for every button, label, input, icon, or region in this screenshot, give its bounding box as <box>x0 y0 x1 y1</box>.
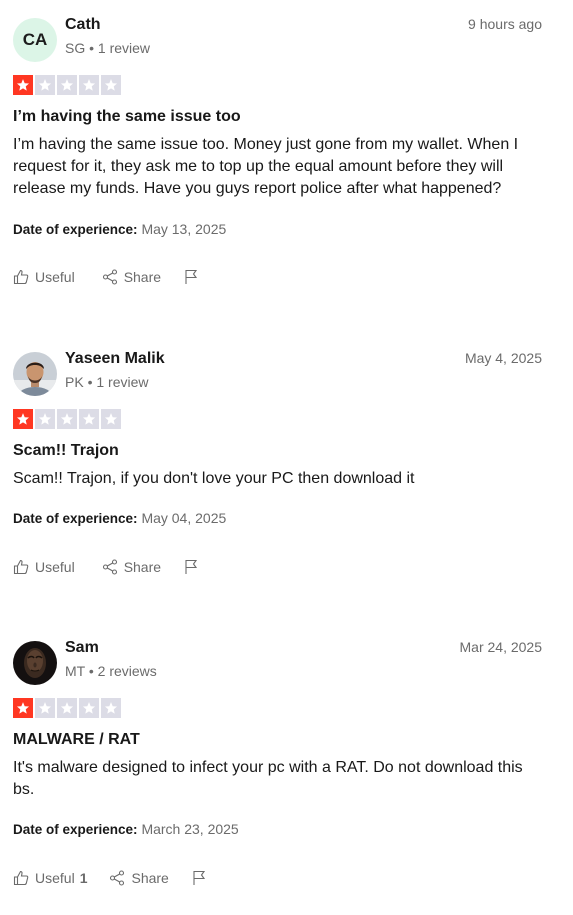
share-icon <box>110 870 125 886</box>
star-icon <box>57 75 77 95</box>
star-rating <box>13 698 121 718</box>
flag-icon <box>185 559 198 574</box>
review-date: 9 hours ago <box>468 16 542 32</box>
star-icon <box>79 409 99 429</box>
reviewer-name[interactable]: Sam <box>65 639 99 657</box>
star-icon <box>101 75 121 95</box>
experience-label: Date of experience: <box>13 222 138 237</box>
share-button[interactable]: Share <box>109 870 169 886</box>
reviewer-meta: SG • 1 review <box>65 40 151 56</box>
reviewer-name[interactable]: Cath <box>65 16 101 34</box>
review-body: It's malware designed to infect your pc … <box>13 759 523 798</box>
review-title[interactable]: MALWARE / RAT <box>13 731 140 749</box>
share-label: Share <box>123 269 162 285</box>
review-date: Mar 24, 2025 <box>459 639 543 655</box>
star-icon <box>13 409 33 429</box>
star-icon <box>79 698 99 718</box>
useful-label: Useful <box>35 269 75 285</box>
date-of-experience: Date of experience: May 13, 2025 <box>13 221 226 237</box>
useful-button[interactable]: Useful <box>13 269 80 285</box>
review-date: May 4, 2025 <box>464 350 542 366</box>
flag-icon <box>193 870 205 885</box>
avatar[interactable] <box>13 641 57 685</box>
experience-label: Date of experience: <box>13 822 138 837</box>
share-icon <box>102 559 117 575</box>
review-title[interactable]: Scam!! Trajon <box>13 442 119 460</box>
share-button[interactable]: Share <box>102 269 161 285</box>
useful-label: Useful <box>35 870 75 886</box>
flag-icon <box>185 269 198 284</box>
reviewer-meta: MT • 2 reviews <box>65 663 157 679</box>
review-title[interactable]: I’m having the same issue too <box>13 108 241 126</box>
thumbs-up-icon <box>13 559 29 575</box>
star-icon <box>13 698 33 718</box>
date-of-experience: Date of experience: March 23, 2025 <box>13 821 239 837</box>
experience-date: May 13, 2025 <box>141 221 227 237</box>
useful-button[interactable]: Useful 1 <box>13 870 87 886</box>
review-body: Scam!! Trajon, if you don't love your PC… <box>13 470 415 487</box>
star-icon <box>13 75 33 95</box>
share-icon <box>102 269 117 285</box>
star-rating <box>13 409 121 429</box>
avatar[interactable] <box>13 352 57 396</box>
useful-button[interactable]: Useful <box>13 559 80 575</box>
star-icon <box>35 75 55 95</box>
review-actions: Useful Share <box>13 269 221 285</box>
share-button[interactable]: Share <box>102 559 161 575</box>
date-of-experience: Date of experience: May 04, 2025 <box>13 510 226 526</box>
useful-count: 1 <box>79 870 88 886</box>
star-icon <box>101 698 121 718</box>
report-button[interactable] <box>183 559 199 575</box>
report-button[interactable] <box>191 870 207 886</box>
review-body: I’m having the same issue too. Money jus… <box>13 136 519 197</box>
star-icon <box>35 409 55 429</box>
experience-date: March 23, 2025 <box>141 821 239 837</box>
star-icon <box>57 698 77 718</box>
star-icon <box>79 75 99 95</box>
review-actions: Useful Share <box>13 559 221 575</box>
avatar[interactable]: CA <box>13 18 57 62</box>
share-label: Share <box>131 870 169 886</box>
star-icon <box>35 698 55 718</box>
star-icon <box>57 409 77 429</box>
useful-label: Useful <box>35 559 75 575</box>
star-rating <box>13 75 121 95</box>
report-button[interactable] <box>183 269 199 285</box>
experience-label: Date of experience: <box>13 511 138 526</box>
thumbs-up-icon <box>13 870 29 886</box>
thumbs-up-icon <box>13 269 29 285</box>
star-icon <box>101 409 121 429</box>
reviewer-name[interactable]: Yaseen Malik <box>65 350 165 368</box>
share-label: Share <box>123 559 162 575</box>
reviewer-meta: PK • 1 review <box>65 374 149 390</box>
review-actions: Useful 1 Share <box>13 870 229 886</box>
experience-date: May 04, 2025 <box>141 510 227 526</box>
